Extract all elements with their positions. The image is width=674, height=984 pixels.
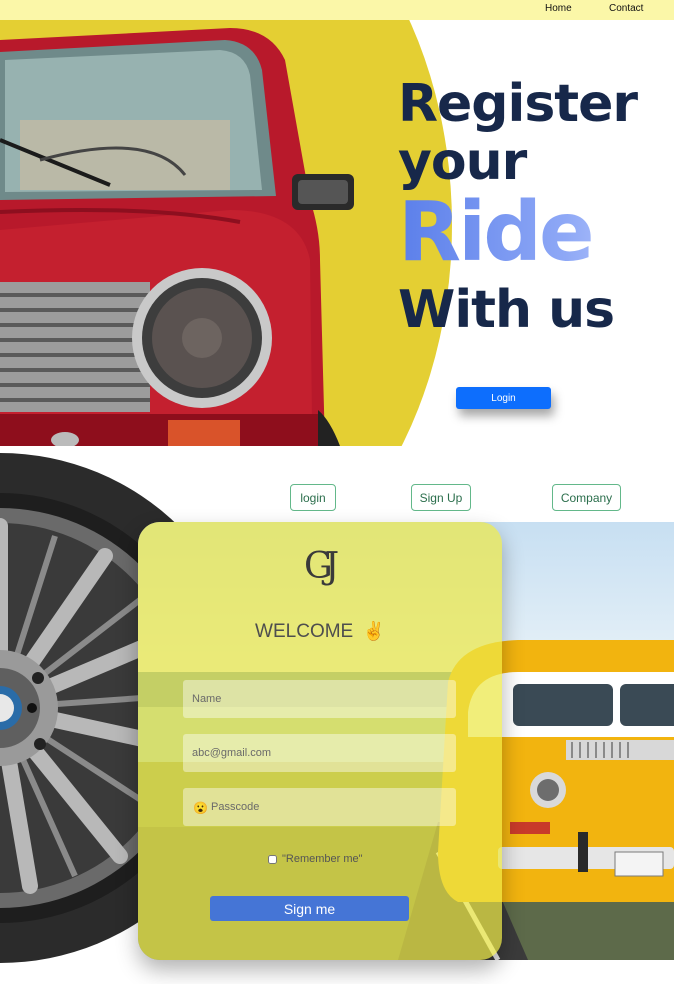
headline-with-us: With us: [398, 280, 615, 340]
signin-card: GJ WELCOME ✌️ 😮 "Remember me" Sign me: [138, 522, 502, 960]
tab-signup-button[interactable]: Sign Up: [411, 484, 471, 511]
hero-login-button[interactable]: Login: [456, 387, 551, 409]
remember-me-checkbox[interactable]: [268, 854, 277, 864]
remember-me-label: "Remember me": [282, 853, 363, 865]
nav-home-link[interactable]: Home: [545, 3, 572, 14]
tab-login-button[interactable]: login: [290, 484, 336, 511]
email-field[interactable]: [183, 734, 456, 772]
sign-me-button[interactable]: Sign me: [210, 896, 409, 921]
remember-me-row[interactable]: "Remember me": [268, 853, 363, 865]
headline-ride: Ride: [398, 192, 637, 274]
name-field[interactable]: [183, 680, 456, 718]
passcode-field[interactable]: [183, 788, 456, 826]
red-car-image: [0, 28, 354, 446]
headline-your: your: [398, 132, 527, 192]
tab-company-button[interactable]: Company: [552, 484, 621, 511]
hero-headline: Register your Ride With us: [398, 74, 638, 340]
surprised-face-icon: 😮: [193, 801, 208, 815]
welcome-text: WELCOME: [255, 621, 354, 642]
welcome-heading: WELCOME ✌️: [138, 621, 502, 643]
victory-hand-icon: ✌️: [362, 621, 385, 641]
brand-logo: GJ: [304, 546, 339, 587]
headline-register: Register: [398, 74, 638, 134]
top-nav-bar: Home Contact: [0, 0, 674, 20]
hero-section: Home Contact Register your Ride With us …: [0, 0, 674, 446]
signin-section: login Sign Up Company GJ WELCOME ✌️ Name…: [0, 446, 674, 984]
nav-contact-link[interactable]: Contact: [609, 3, 643, 14]
